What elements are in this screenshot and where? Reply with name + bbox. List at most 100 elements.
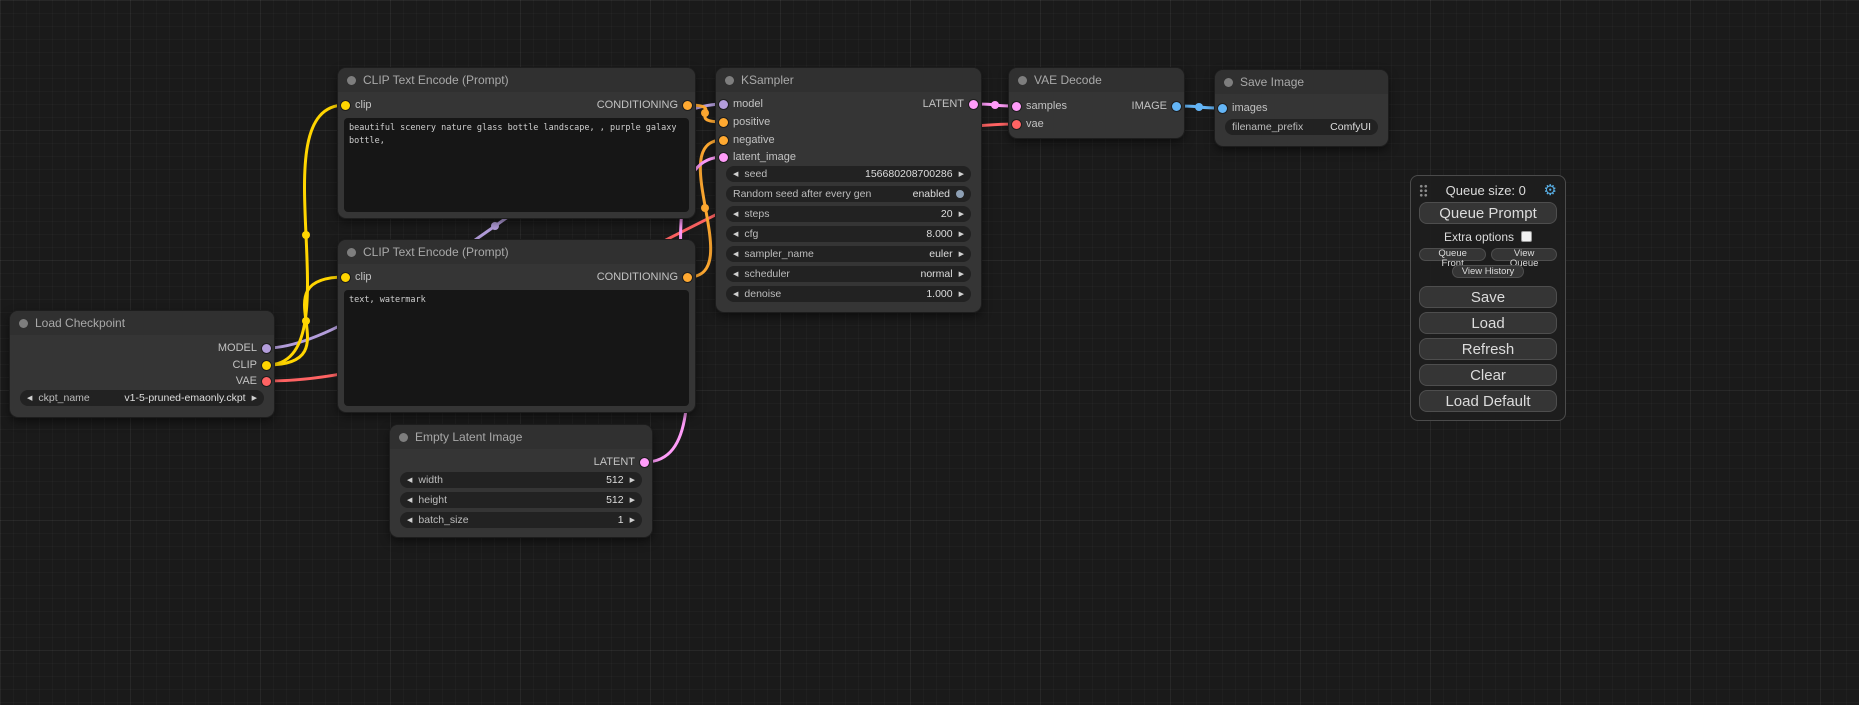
widget-width[interactable]: ◀ width 512 ▶ [400,472,642,488]
input-slot-positive[interactable]: positive [719,115,770,129]
output-slot-vae[interactable]: VAE [236,374,271,388]
collapse-dot[interactable] [347,248,356,257]
decrement-arrow[interactable]: ◀ [733,171,738,178]
output-slot-clip[interactable]: CLIP [233,358,271,372]
node-title-bar[interactable]: Save Image [1215,70,1388,94]
refresh-button[interactable]: Refresh [1419,338,1557,360]
output-slot-latent[interactable]: LATENT [594,455,649,469]
queue-front-button[interactable]: Queue Front [1419,248,1486,261]
decrement-arrow[interactable]: ◀ [407,497,412,504]
increment-arrow[interactable]: ▶ [630,497,635,504]
decrement-arrow[interactable]: ◀ [733,251,738,258]
slot-dot-latent[interactable] [1012,102,1021,111]
node-empty-latent-image[interactable]: Empty Latent Image LATENT ◀ width 512 ▶ … [390,425,652,537]
decrement-arrow[interactable]: ◀ [27,395,32,402]
widget-steps[interactable]: ◀ steps 20 ▶ [726,206,971,222]
node-load-checkpoint[interactable]: Load Checkpoint MODEL CLIP VAE ◀ ckpt_na… [10,311,274,417]
widget-filename-prefix[interactable]: filename_prefix ComfyUI [1225,119,1378,135]
queue-panel[interactable]: Queue size: 0 ⚙ Queue Prompt Extra optio… [1410,175,1566,421]
node-ksampler[interactable]: KSampler model positive negative latent_… [716,68,981,312]
output-slot-image[interactable]: IMAGE [1132,99,1181,113]
input-slot-clip[interactable]: clip [341,98,372,112]
increment-arrow[interactable]: ▶ [630,517,635,524]
collapse-dot[interactable] [347,76,356,85]
node-title-bar[interactable]: CLIP Text Encode (Prompt) [338,68,695,92]
settings-gear-icon[interactable]: ⚙ [1544,183,1557,198]
widget-batch-size[interactable]: ◀ batch_size 1 ▶ [400,512,642,528]
slot-dot-clip[interactable] [341,101,350,110]
slot-dot-model[interactable] [719,100,728,109]
increment-arrow[interactable]: ▶ [959,251,964,258]
node-clip-text-encode-negative[interactable]: CLIP Text Encode (Prompt) clip CONDITION… [338,240,695,412]
widget-ckpt-name[interactable]: ◀ ckpt_name v1-5-pruned-emaonly.ckpt ▶ [20,390,264,406]
output-slot-conditioning[interactable]: CONDITIONING [597,98,692,112]
input-slot-model[interactable]: model [719,97,763,111]
slot-dot-latent[interactable] [969,100,978,109]
slot-dot-vae[interactable] [1012,120,1021,129]
input-slot-clip[interactable]: clip [341,270,372,284]
decrement-arrow[interactable]: ◀ [733,211,738,218]
input-slot-vae[interactable]: vae [1012,117,1044,131]
slot-dot-clip[interactable] [341,273,350,282]
view-history-button[interactable]: View History [1452,265,1525,278]
collapse-dot[interactable] [1018,76,1027,85]
node-title-bar[interactable]: Empty Latent Image [390,425,652,449]
toggle-dot-icon[interactable] [956,190,964,198]
widget-seed[interactable]: ◀ seed 156680208700286 ▶ [726,166,971,182]
node-title-bar[interactable]: CLIP Text Encode (Prompt) [338,240,695,264]
output-slot-conditioning[interactable]: CONDITIONING [597,270,692,284]
widget-cfg[interactable]: ◀ cfg 8.000 ▶ [726,226,971,242]
slot-dot-conditioning[interactable] [683,273,692,282]
increment-arrow[interactable]: ▶ [959,211,964,218]
input-slot-latent-image[interactable]: latent_image [719,150,796,164]
negative-prompt-textarea[interactable]: text, watermark [344,290,689,406]
slot-dot-vae[interactable] [262,377,271,386]
widget-denoise[interactable]: ◀ denoise 1.000 ▶ [726,286,971,302]
view-queue-button[interactable]: View Queue [1491,248,1557,261]
collapse-dot[interactable] [399,433,408,442]
slot-dot-latent[interactable] [640,458,649,467]
decrement-arrow[interactable]: ◀ [407,517,412,524]
slot-dot-image[interactable] [1218,104,1227,113]
collapse-dot[interactable] [1224,78,1233,87]
slot-dot-model[interactable] [262,344,271,353]
increment-arrow[interactable]: ▶ [959,271,964,278]
slot-dot-conditioning[interactable] [719,136,728,145]
increment-arrow[interactable]: ▶ [630,477,635,484]
node-vae-decode[interactable]: VAE Decode samples vae IMAGE [1009,68,1184,138]
slot-dot-clip[interactable] [262,361,271,370]
node-save-image[interactable]: Save Image images filename_prefix ComfyU… [1215,70,1388,146]
queue-prompt-button[interactable]: Queue Prompt [1419,202,1557,224]
save-button[interactable]: Save [1419,286,1557,308]
increment-arrow[interactable]: ▶ [959,231,964,238]
input-slot-samples[interactable]: samples [1012,99,1067,113]
load-default-button[interactable]: Load Default [1419,390,1557,412]
input-slot-images[interactable]: images [1218,101,1267,115]
drag-handle-icon[interactable] [1419,184,1428,197]
slot-dot-latent[interactable] [719,153,728,162]
collapse-dot[interactable] [725,76,734,85]
node-title-bar[interactable]: VAE Decode [1009,68,1184,92]
node-title-bar[interactable]: Load Checkpoint [10,311,274,335]
load-button[interactable]: Load [1419,312,1557,334]
increment-arrow[interactable]: ▶ [959,171,964,178]
node-title-bar[interactable]: KSampler [716,68,981,92]
output-slot-model[interactable]: MODEL [218,341,271,355]
clear-button[interactable]: Clear [1419,364,1557,386]
increment-arrow[interactable]: ▶ [252,395,257,402]
decrement-arrow[interactable]: ◀ [733,291,738,298]
slot-dot-conditioning[interactable] [719,118,728,127]
collapse-dot[interactable] [19,319,28,328]
widget-height[interactable]: ◀ height 512 ▶ [400,492,642,508]
decrement-arrow[interactable]: ◀ [733,271,738,278]
output-slot-latent[interactable]: LATENT [923,97,978,111]
slot-dot-image[interactable] [1172,102,1181,111]
widget-sampler-name[interactable]: ◀ sampler_name euler ▶ [726,246,971,262]
widget-scheduler[interactable]: ◀ scheduler normal ▶ [726,266,971,282]
input-slot-negative[interactable]: negative [719,133,775,147]
positive-prompt-textarea[interactable]: beautiful scenery nature glass bottle la… [344,118,689,212]
extra-options-checkbox[interactable] [1521,231,1532,242]
increment-arrow[interactable]: ▶ [959,291,964,298]
decrement-arrow[interactable]: ◀ [407,477,412,484]
slot-dot-conditioning[interactable] [683,101,692,110]
